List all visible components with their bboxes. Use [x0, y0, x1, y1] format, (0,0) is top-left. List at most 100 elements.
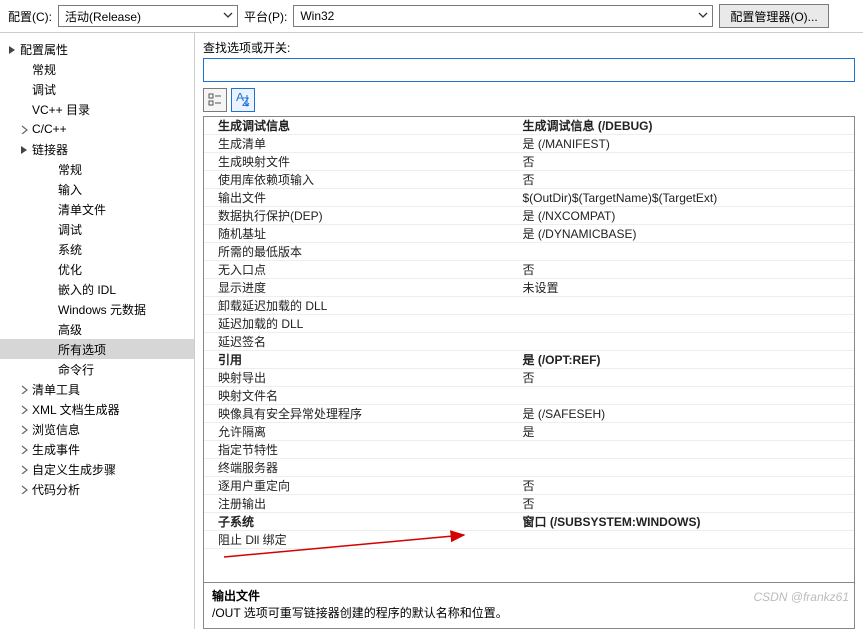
property-row[interactable]: 映射导出否 [204, 369, 854, 387]
config-dropdown[interactable]: 活动(Release) [58, 5, 238, 27]
property-tree[interactable]: 配置属性 常规调试VC++ 目录C/C++链接器常规输入清单文件调试系统优化嵌入… [0, 33, 195, 629]
property-value[interactable]: 否 [523, 261, 855, 278]
tree-node[interactable]: C/C++ [0, 119, 194, 139]
tree-node[interactable]: 输入 [0, 179, 194, 199]
property-name: 映射文件名 [204, 387, 523, 404]
property-name: 映射导出 [204, 369, 523, 386]
tree-node[interactable]: 系统 [0, 239, 194, 259]
tree-node[interactable]: 生成事件 [0, 439, 194, 459]
tree-node[interactable]: 高级 [0, 319, 194, 339]
property-row[interactable]: 允许隔离是 [204, 423, 854, 441]
tree-label: 优化 [58, 261, 82, 278]
platform-dropdown[interactable]: Win32 [293, 5, 713, 27]
expand-icon[interactable] [20, 405, 32, 414]
expand-icon[interactable] [20, 125, 32, 134]
property-value[interactable]: 是 (/DYNAMICBASE) [523, 225, 855, 242]
property-row[interactable]: 阻止 Dll 绑定 [204, 531, 854, 549]
property-grid[interactable]: 生成调试信息生成调试信息 (/DEBUG)生成清单是 (/MANIFEST)生成… [204, 117, 854, 582]
categorize-icon[interactable] [203, 88, 227, 112]
expand-icon[interactable] [20, 445, 32, 454]
property-row[interactable]: 映射文件名 [204, 387, 854, 405]
tree-node[interactable]: XML 文档生成器 [0, 399, 194, 419]
property-value[interactable]: 是 (/SAFESEH) [523, 405, 855, 422]
property-row[interactable]: 引用是 (/OPT:REF) [204, 351, 854, 369]
property-row[interactable]: 随机基址是 (/DYNAMICBASE) [204, 225, 854, 243]
property-row[interactable]: 逐用户重定向否 [204, 477, 854, 495]
property-value[interactable]: 是 (/NXCOMPAT) [523, 207, 855, 224]
tree-label: 所有选项 [58, 341, 106, 358]
tree-node[interactable]: Windows 元数据 [0, 299, 194, 319]
collapse-icon[interactable] [8, 45, 20, 54]
property-value[interactable]: 是 [523, 423, 855, 440]
alphabetical-icon[interactable]: AZ [231, 88, 255, 112]
tree-node[interactable]: 浏览信息 [0, 419, 194, 439]
tree-label: 命令行 [58, 361, 94, 378]
property-name: 生成调试信息 [204, 117, 523, 134]
config-manager-button[interactable]: 配置管理器(O)... [719, 4, 828, 28]
property-name: 阻止 Dll 绑定 [204, 531, 523, 548]
expand-icon[interactable] [20, 465, 32, 474]
property-name: 子系统 [204, 513, 523, 530]
description-title: 输出文件 [212, 587, 846, 604]
tree-label: 清单工具 [32, 381, 80, 398]
tree-node[interactable]: 所有选项 [0, 339, 194, 359]
property-row[interactable]: 输出文件$(OutDir)$(TargetName)$(TargetExt) [204, 189, 854, 207]
property-value[interactable]: 否 [523, 495, 855, 512]
tree-node[interactable]: 嵌入的 IDL [0, 279, 194, 299]
property-value[interactable]: 生成调试信息 (/DEBUG) [523, 117, 855, 134]
property-row[interactable]: 生成调试信息生成调试信息 (/DEBUG) [204, 117, 854, 135]
property-value[interactable]: 是 (/MANIFEST) [523, 135, 855, 152]
collapse-icon[interactable] [20, 145, 32, 154]
tree-node[interactable]: 调试 [0, 219, 194, 239]
property-value[interactable]: 否 [523, 369, 855, 386]
property-name: 无入口点 [204, 261, 523, 278]
tree-node[interactable]: 命令行 [0, 359, 194, 379]
property-name: 允许隔离 [204, 423, 523, 440]
tree-node[interactable]: VC++ 目录 [0, 99, 194, 119]
tree-node[interactable]: 清单文件 [0, 199, 194, 219]
property-row[interactable]: 所需的最低版本 [204, 243, 854, 261]
property-row[interactable]: 生成映射文件否 [204, 153, 854, 171]
tree-node[interactable]: 调试 [0, 79, 194, 99]
property-row[interactable]: 卸载延迟加载的 DLL [204, 297, 854, 315]
property-row[interactable]: 映像具有安全异常处理程序是 (/SAFESEH) [204, 405, 854, 423]
tree-node[interactable]: 优化 [0, 259, 194, 279]
property-value[interactable]: 是 (/OPT:REF) [523, 351, 855, 368]
tree-label: 常规 [58, 161, 82, 178]
search-input[interactable] [203, 58, 855, 82]
tree-root[interactable]: 配置属性 [0, 39, 194, 59]
property-row[interactable]: 显示进度未设置 [204, 279, 854, 297]
property-row[interactable]: 使用库依赖项输入否 [204, 171, 854, 189]
tree-node[interactable]: 常规 [0, 159, 194, 179]
property-row[interactable]: 子系统窗口 (/SUBSYSTEM:WINDOWS) [204, 513, 854, 531]
tree-node[interactable]: 链接器 [0, 139, 194, 159]
property-row[interactable]: 延迟加载的 DLL [204, 315, 854, 333]
tree-label: 调试 [58, 221, 82, 238]
platform-value: Win32 [300, 9, 334, 23]
platform-label: 平台(P): [244, 8, 287, 25]
tree-label: 高级 [58, 321, 82, 338]
property-row[interactable]: 延迟签名 [204, 333, 854, 351]
property-value[interactable]: 否 [523, 477, 855, 494]
expand-icon[interactable] [20, 485, 32, 494]
tree-node[interactable]: 常规 [0, 59, 194, 79]
tree-label: 自定义生成步骤 [32, 461, 116, 478]
property-name: 使用库依赖项输入 [204, 171, 523, 188]
property-value[interactable]: $(OutDir)$(TargetName)$(TargetExt) [523, 191, 855, 205]
expand-icon[interactable] [20, 425, 32, 434]
expand-icon[interactable] [20, 385, 32, 394]
property-row[interactable]: 指定节特性 [204, 441, 854, 459]
tree-node[interactable]: 清单工具 [0, 379, 194, 399]
property-row[interactable]: 生成清单是 (/MANIFEST) [204, 135, 854, 153]
property-name: 卸载延迟加载的 DLL [204, 297, 523, 314]
tree-node[interactable]: 代码分析 [0, 479, 194, 499]
property-row[interactable]: 无入口点否 [204, 261, 854, 279]
property-value[interactable]: 否 [523, 171, 855, 188]
property-row[interactable]: 注册输出否 [204, 495, 854, 513]
property-row[interactable]: 终端服务器 [204, 459, 854, 477]
property-value[interactable]: 未设置 [523, 279, 855, 296]
tree-node[interactable]: 自定义生成步骤 [0, 459, 194, 479]
property-value[interactable]: 否 [523, 153, 855, 170]
property-row[interactable]: 数据执行保护(DEP)是 (/NXCOMPAT) [204, 207, 854, 225]
property-value[interactable]: 窗口 (/SUBSYSTEM:WINDOWS) [523, 513, 855, 530]
